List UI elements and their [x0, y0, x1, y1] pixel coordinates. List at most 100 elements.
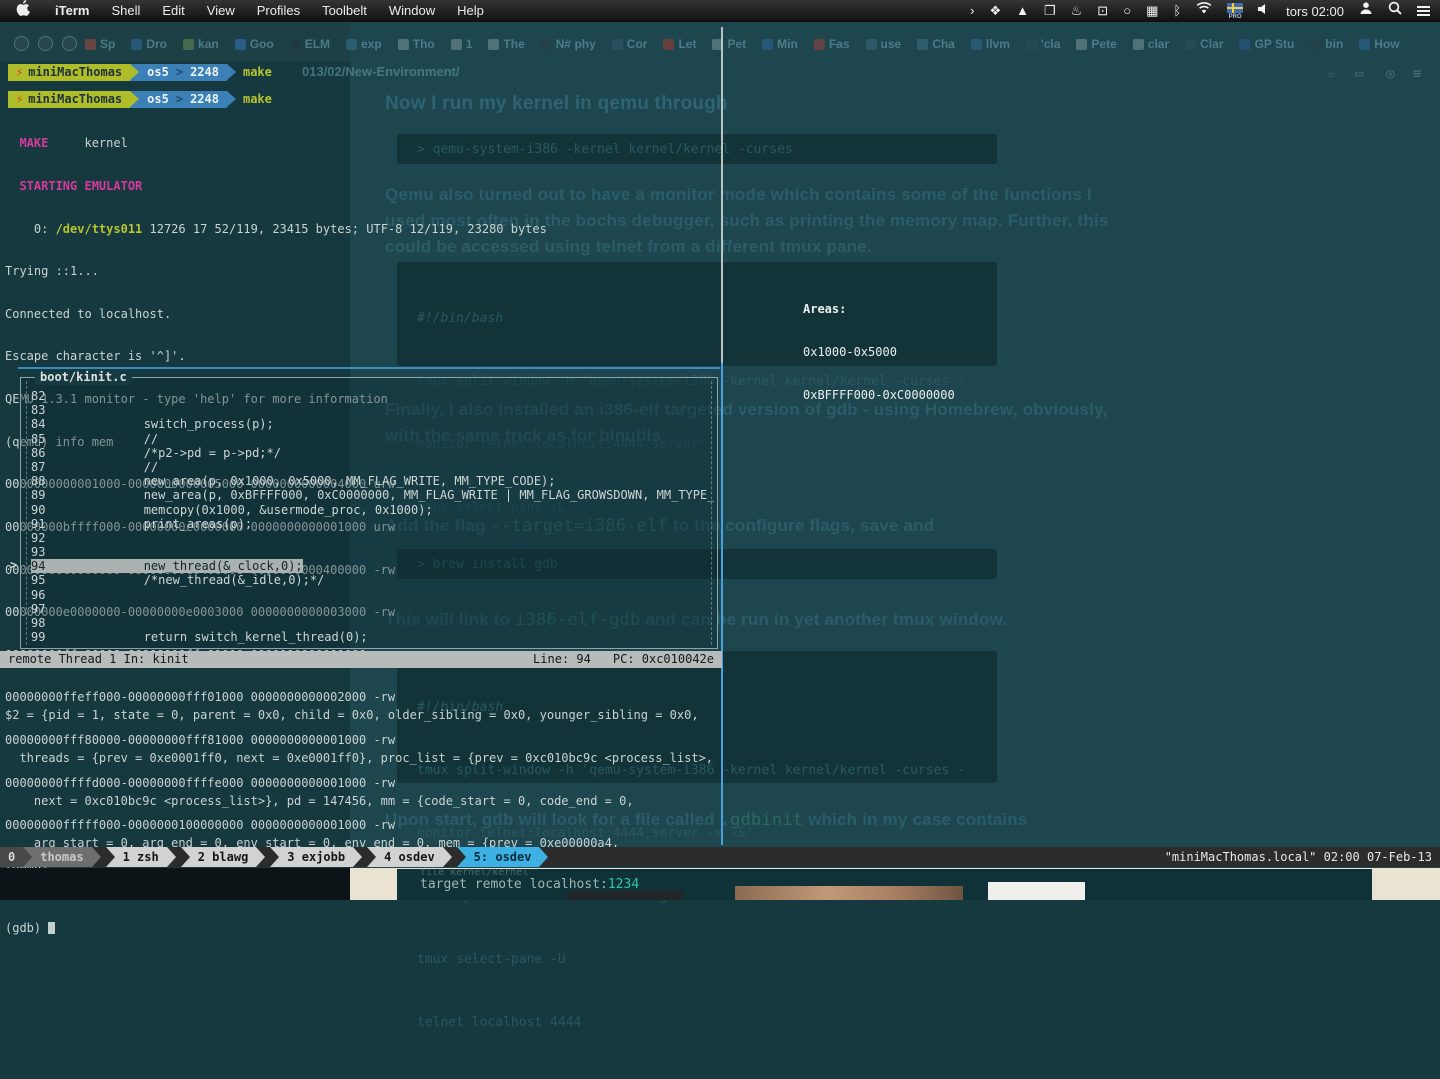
site-icon	[866, 39, 877, 50]
wifi-icon[interactable]	[1196, 0, 1212, 22]
reader-toolbar-icon: ▭	[1355, 66, 1363, 82]
tmux-window-3[interactable]: 3 exjobb	[279, 847, 353, 867]
menu-item-profiles[interactable]: Profiles	[246, 0, 311, 22]
panels-toolbar-icon: ≡	[1413, 66, 1421, 82]
bookmark-item: bin	[1310, 37, 1343, 51]
dropbox-icon[interactable]: ❖	[989, 0, 1001, 22]
techcrunch-icon	[1359, 39, 1370, 50]
site-icon	[1026, 39, 1037, 50]
shell-prompt: ⚡miniMacThomas os5>2248 make	[8, 64, 272, 81]
volume-icon[interactable]	[1258, 0, 1271, 22]
site-icon	[1185, 39, 1196, 50]
github-icon	[1310, 39, 1321, 50]
prompt-separator-icon: >	[174, 64, 185, 81]
user-account-icon[interactable]	[1359, 0, 1373, 22]
record-toolbar-icon: ◎	[1386, 66, 1394, 82]
video-icon	[762, 39, 773, 50]
messages-icon[interactable]: ○	[1123, 0, 1131, 22]
dropbox-icon	[131, 39, 142, 50]
doc-icon	[1133, 39, 1144, 50]
bluetooth-icon[interactable]: ᛒ	[1173, 0, 1181, 22]
bookmark-item: kan	[183, 37, 219, 51]
close-window-icon	[14, 36, 29, 51]
doc-icon	[346, 39, 357, 50]
bookmark-item: 'cla	[1026, 37, 1061, 51]
spotlight-search-icon[interactable]	[1388, 0, 1402, 22]
bookmark-item: Pet	[712, 37, 746, 51]
address-bar-url-fragment: 013/02/New-Environment/	[302, 64, 460, 79]
gmail-icon	[85, 39, 96, 50]
llvm-icon	[971, 39, 982, 50]
menu-item-toolbelt[interactable]: Toolbelt	[311, 0, 378, 22]
gdb-status-pc: PC: 0xc010042e	[613, 651, 714, 668]
prompt-dir: os5	[147, 64, 169, 81]
window-traffic-lights	[14, 36, 77, 51]
google-drive-icon[interactable]: ▲	[1016, 0, 1029, 22]
bookmark-item: Let	[663, 37, 696, 51]
notification-center-icon[interactable]	[1417, 4, 1430, 18]
menu-item-edit[interactable]: Edit	[151, 0, 195, 22]
menu-item-window[interactable]: Window	[378, 0, 446, 22]
caffeine-icon[interactable]: ♨	[1071, 0, 1083, 22]
tmux-status-bar: 0 thomas 1 zsh 2 blawg 3 exjobb 4 osdev …	[0, 847, 1440, 867]
site-icon	[235, 39, 246, 50]
bookmark-item: Cha	[917, 37, 955, 51]
star-bookmark-icon: ☆	[1327, 66, 1335, 82]
desktop-bottom-left	[0, 868, 350, 900]
menu-item-iterm[interactable]: iTerm	[44, 0, 100, 22]
bookmark-item: 1	[451, 37, 473, 51]
tmux-window-1[interactable]: 1 zsh	[115, 847, 167, 867]
menu-item-help[interactable]: Help	[446, 0, 495, 22]
tui-window-title: boot/kinit.c	[35, 370, 132, 385]
bookmark-item: Fas	[814, 37, 850, 51]
apple-menu[interactable]	[10, 0, 44, 23]
lightning-icon: ⚡	[16, 91, 23, 108]
gdb-tui-source-window[interactable]: boot/kinit.c 82 83 84 switch_process(p);…	[20, 377, 718, 649]
chevron-right-icon[interactable]: ›	[970, 0, 974, 22]
bookmark-item: ELM	[290, 37, 330, 51]
tui-current-line: 94 new_thread(&_clock,0);	[31, 559, 714, 573]
bookmark-item: N# phy	[541, 37, 596, 51]
youtube-icon	[663, 39, 674, 50]
doc-icon	[1076, 39, 1087, 50]
doc-icon	[488, 39, 499, 50]
keyboard-battery-icon[interactable]: ▦	[1146, 0, 1158, 22]
window-manager-icon[interactable]: ❐	[1044, 0, 1056, 22]
page-photo-thumbnail	[988, 882, 1085, 900]
bookmark-item: Sp	[85, 37, 115, 51]
tmux-session-index: 0	[0, 847, 23, 867]
make-label: MAKE	[19, 136, 48, 150]
bookmark-item: Dro	[131, 37, 167, 51]
bookmark-item: The	[488, 37, 524, 51]
gdb-console-output: $2 = {pid = 1, state = 0, parent = 0x0, …	[5, 680, 719, 964]
doc-icon	[451, 39, 462, 50]
lightning-icon: ⚡	[16, 64, 23, 81]
bookmark-item: Pete	[1076, 37, 1116, 51]
menu-item-view[interactable]: View	[196, 0, 246, 22]
menu-bar: iTerm Shell Edit View Profiles Toolbelt …	[0, 0, 1440, 22]
site-icon	[814, 39, 825, 50]
bookmark-item: Cor	[612, 37, 648, 51]
prompt-command: make	[243, 64, 272, 81]
airplay-icon[interactable]: ⊡	[1097, 0, 1108, 22]
site-icon	[612, 39, 623, 50]
swedish-flag-pro-icon[interactable]: PRO	[1227, 3, 1243, 20]
bookmark-item: Min	[762, 37, 798, 51]
gdb-prompt[interactable]: (gdb)	[5, 921, 719, 935]
starting-emulator-label: STARTING EMULATOR	[19, 179, 142, 193]
tmux-window-2[interactable]: 2 blawg	[190, 847, 257, 867]
tty-device: /dev/ttys011	[56, 222, 143, 236]
tmux-window-5-active[interactable]: 5: osdev	[466, 847, 540, 867]
tmux-pane-divider[interactable]	[721, 27, 723, 845]
site-icon	[183, 39, 194, 50]
bookmark-item: GP Stu	[1239, 37, 1294, 51]
bookmark-item: How	[1359, 37, 1399, 51]
site-icon	[1239, 39, 1250, 50]
apple-logo-icon	[16, 0, 30, 16]
tmux-window-4[interactable]: 4 osdev	[376, 847, 443, 867]
site-icon	[917, 39, 928, 50]
bookmark-item: exp	[346, 37, 382, 51]
menu-clock[interactable]: tors 02:00	[1286, 4, 1344, 19]
menu-item-shell[interactable]: Shell	[100, 0, 151, 22]
page-photo-thumbnail	[567, 891, 683, 900]
